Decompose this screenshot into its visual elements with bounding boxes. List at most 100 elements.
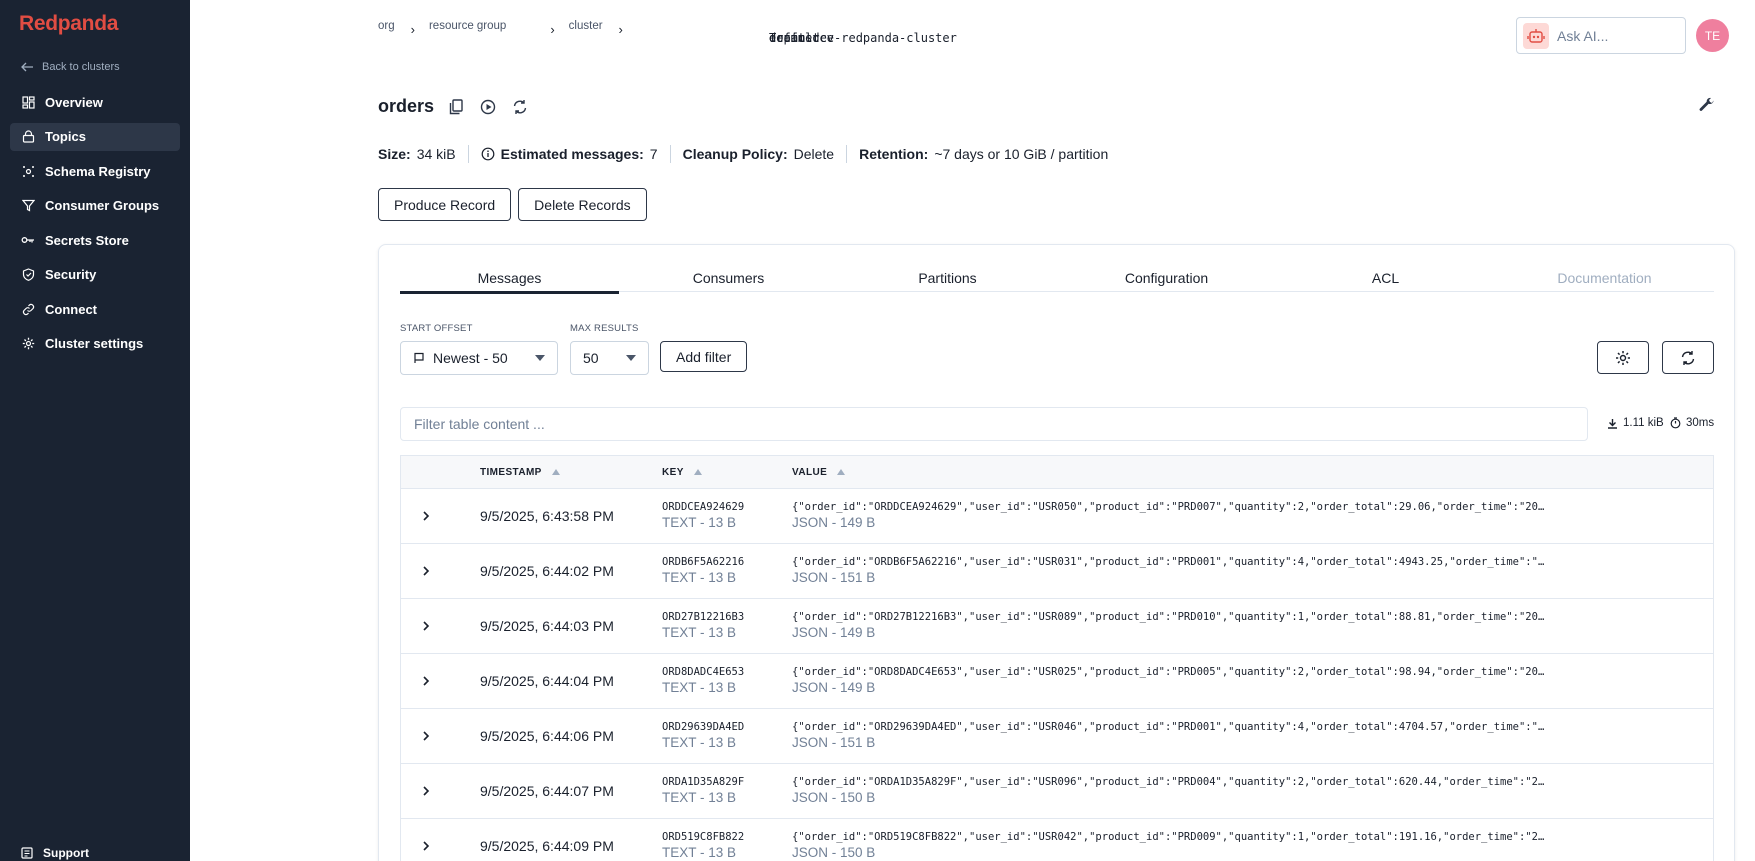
download-size[interactable]: 1.11 kiB (1607, 417, 1664, 429)
copy-icon[interactable] (446, 97, 466, 117)
start-offset-value: Newest - 50 (433, 350, 508, 366)
produce-record-button[interactable]: Produce Record (378, 188, 512, 221)
sort-icon (837, 469, 846, 475)
max-results-label: MAX RESULTS (570, 323, 639, 334)
row-value: {"order_id":"ORD8DADC4E653","user_id":"U… (792, 666, 1622, 695)
breadcrumb-resource-group[interactable]: resource group default (428, 19, 820, 45)
column-header-key[interactable]: KEY (662, 467, 702, 478)
tab-consumers[interactable]: Consumers (619, 270, 838, 292)
column-header-value[interactable]: VALUE (792, 466, 846, 478)
stat-label: Estimated messages: (500, 146, 644, 162)
row-value-meta: JSON - 149 B (792, 625, 876, 640)
column-label: VALUE (792, 466, 828, 478)
row-key-text: ORD27B12216B3 (662, 611, 745, 623)
row-key: ORDA1D35A829F TEXT - 13 B (662, 776, 744, 805)
retention-stat: Retention: ~7 days or 10 GiB / partition (859, 146, 1108, 162)
breadcrumb-org[interactable]: org draft.dev (378, 19, 834, 45)
row-key-meta: TEXT - 13 B (662, 845, 737, 860)
row-value-text: {"order_id":"ORDA1D35A829F","user_id":"U… (792, 776, 1545, 788)
row-value-text: {"order_id":"ORD29639DA4ED","user_id":"U… (792, 721, 1545, 733)
row-key-text: ORD29639DA4ED (662, 721, 745, 733)
sidebar-item-connect[interactable]: Connect (10, 295, 180, 323)
row-key-text: ORD519C8FB822 (662, 831, 745, 843)
topic-tabs: Messages Consumers Partitions Configurat… (400, 270, 1714, 294)
back-to-clusters-link[interactable]: Back to clusters (21, 61, 120, 73)
row-value-meta: JSON - 151 B (792, 735, 876, 750)
sidebar-item-label: Security (45, 267, 97, 282)
refresh-button[interactable] (1662, 341, 1714, 374)
chevron-right-icon[interactable] (421, 839, 431, 857)
row-value-meta: JSON - 150 B (792, 790, 876, 805)
row-key-meta: TEXT - 13 B (662, 735, 737, 750)
table-row[interactable]: 9/5/2025, 6:44:09 PM ORD519C8FB822 TEXT -… (401, 819, 1713, 861)
query-duration-value: 30ms (1686, 417, 1715, 429)
sidebar-item-overview[interactable]: Overview (10, 88, 180, 116)
tab-configuration[interactable]: Configuration (1057, 270, 1276, 292)
breadcrumb-label: cluster (568, 20, 603, 32)
table-row[interactable]: 9/5/2025, 6:44:04 PM ORD8DADC4E653 TEXT -… (401, 654, 1713, 709)
sidebar-item-label: Cluster settings (45, 336, 144, 351)
column-header-timestamp[interactable]: TIMESTAMP (480, 467, 560, 478)
filter-table-input[interactable] (400, 407, 1588, 441)
ask-ai-input[interactable]: Ask AI... (1516, 17, 1686, 54)
table-row[interactable]: 9/5/2025, 6:44:06 PM ORD29639DA4ED TEXT -… (401, 709, 1713, 764)
sidebar-item-label: Secrets Store (45, 232, 129, 248)
stat-label: Retention: (859, 146, 929, 162)
table-row[interactable]: 9/5/2025, 6:43:58 PM ORDDCEA924629 TEXT -… (401, 489, 1713, 544)
bookmark-flag-icon (414, 352, 424, 363)
sidebar-item-label: Connect (45, 301, 97, 317)
chevron-right-icon[interactable] (421, 784, 431, 802)
breadcrumb-label: resource group (428, 20, 507, 32)
delete-records-button[interactable]: Delete Records (518, 188, 647, 221)
divider (669, 145, 671, 163)
row-timestamp: 9/5/2025, 6:44:03 PM (480, 618, 614, 634)
refresh-icon (1681, 350, 1695, 365)
wrench-icon[interactable] (1699, 97, 1715, 118)
chevron-right-icon[interactable] (421, 509, 431, 527)
row-key: ORD8DADC4E653 TEXT - 13 B (662, 666, 744, 695)
support-link[interactable]: Support (21, 846, 89, 860)
tab-partitions[interactable]: Partitions (838, 270, 1057, 292)
start-offset-select[interactable]: Newest - 50 (400, 341, 558, 375)
max-results-select[interactable]: 50 (570, 341, 649, 375)
tab-messages[interactable]: Messages (400, 270, 619, 294)
settings-button[interactable] (1597, 341, 1649, 374)
sidebar-item-consumer-groups[interactable]: Consumer Groups (10, 192, 180, 220)
topic-title-row: orders (378, 96, 530, 117)
row-value: {"order_id":"ORDB6F5A62216","user_id":"U… (792, 556, 1622, 585)
row-timestamp: 9/5/2025, 6:44:04 PM (480, 673, 614, 689)
table-row[interactable]: 9/5/2025, 6:44:03 PM ORD27B12216B3 TEXT -… (401, 599, 1713, 654)
sidebar-item-schema-registry[interactable]: Schema Registry (10, 157, 180, 185)
sidebar-item-cluster-settings[interactable]: Cluster settings (10, 330, 180, 358)
info-icon[interactable] (481, 147, 495, 161)
chevron-right-icon[interactable] (421, 564, 431, 582)
avatar[interactable]: TE (1696, 19, 1729, 52)
row-key: ORDB6F5A62216 TEXT - 13 B (662, 556, 744, 585)
download-size-value: 1.11 kiB (1623, 417, 1664, 429)
sidebar-item-security[interactable]: Security (10, 261, 180, 289)
breadcrumb-value: Topics (769, 31, 813, 45)
add-filter-button[interactable]: Add filter (660, 341, 748, 372)
sidebar-item-label: Overview (45, 94, 103, 110)
chevron-right-icon[interactable] (421, 674, 431, 692)
stat-value: Delete (793, 146, 835, 162)
row-key-meta: TEXT - 13 B (662, 625, 737, 640)
tab-acl[interactable]: ACL (1276, 270, 1495, 292)
chevron-right-icon[interactable] (421, 619, 431, 637)
brand-logo[interactable]: Redpanda (19, 12, 118, 36)
stat-label: Cleanup Policy: (682, 146, 788, 162)
chevron-right-icon[interactable] (421, 729, 431, 747)
row-value-meta: JSON - 151 B (792, 570, 876, 585)
max-results-value: 50 (583, 350, 599, 366)
breadcrumb-cluster[interactable]: cluster ecommerce-redpanda-cluster (568, 19, 957, 45)
stat-value: 34 kiB (416, 146, 456, 162)
messages-stat: Estimated messages: 7 (481, 146, 658, 162)
messages-panel: Messages Consumers Partitions Configurat… (378, 244, 1735, 861)
table-row[interactable]: 9/5/2025, 6:44:02 PM ORDB6F5A62216 TEXT -… (401, 544, 1713, 599)
play-icon[interactable] (478, 97, 498, 117)
row-key: ORDDCEA924629 TEXT - 13 B (662, 501, 744, 530)
table-row[interactable]: 9/5/2025, 6:44:07 PM ORDA1D35A829F TEXT -… (401, 764, 1713, 819)
refresh-icon[interactable] (510, 97, 530, 117)
sidebar-item-topics[interactable]: Topics (10, 122, 180, 151)
sidebar-item-secrets-store[interactable]: Secrets Store (10, 226, 180, 254)
